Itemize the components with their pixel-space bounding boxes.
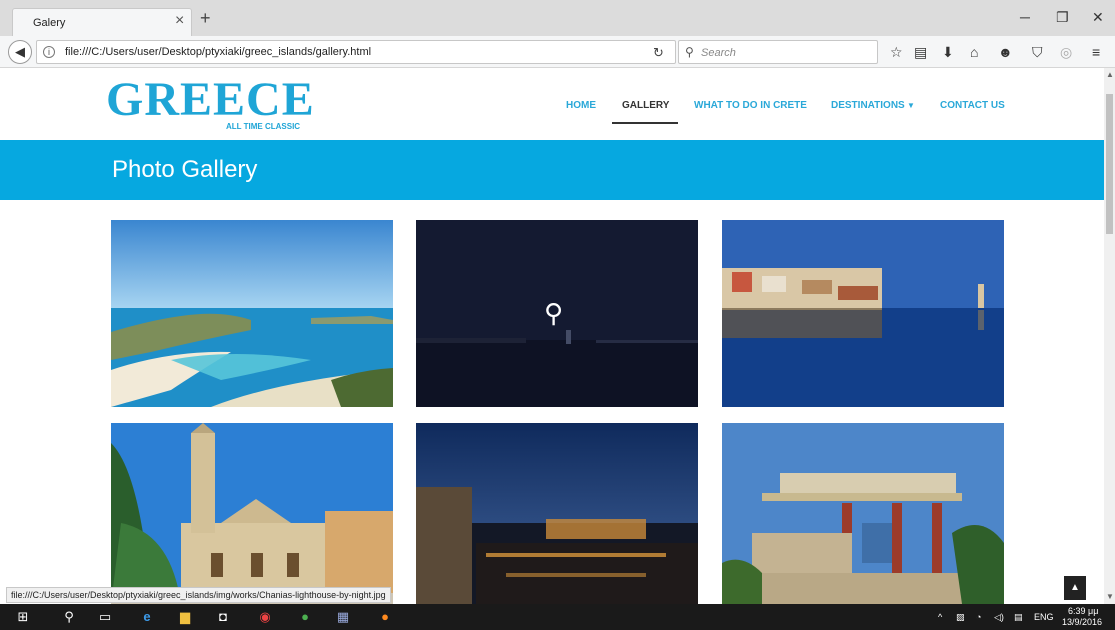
close-window-icon[interactable]: ✕ — [1092, 10, 1104, 24]
page-title: Photo Gallery — [112, 156, 258, 183]
gallery-image-balos-lagoon[interactable] — [111, 220, 393, 407]
edge-icon[interactable]: e — [138, 608, 156, 626]
menu-icon[interactable]: ≡ — [1092, 44, 1100, 60]
addon-icon[interactable]: ◎ — [1060, 44, 1072, 60]
link-status-bar: file:///C:/Users/user/Desktop/ptyxiaki/g… — [6, 587, 391, 603]
pocket-icon[interactable]: ⛉ — [1032, 44, 1043, 60]
active-nav-underline — [612, 122, 678, 124]
scroll-down-icon[interactable]: ▼ — [1106, 592, 1114, 601]
page-banner: Photo Gallery — [0, 140, 1104, 200]
volume-icon[interactable]: ◁) — [994, 612, 1004, 623]
back-to-top-button[interactable]: ▲ — [1064, 576, 1086, 600]
tab-title: Galery — [33, 17, 66, 29]
minimize-icon[interactable]: ─ — [1020, 10, 1030, 24]
clock-time[interactable]: 6:39 μμ — [1068, 606, 1098, 616]
gallery-image-chania-cathedral[interactable] — [111, 423, 393, 604]
search-input[interactable]: ⚲ Search — [678, 40, 878, 64]
browser-tab[interactable]: Galery × — [12, 8, 192, 36]
new-tab-button[interactable]: + — [200, 9, 211, 27]
scroll-thumb[interactable] — [1106, 94, 1113, 234]
language-indicator[interactable]: ENG — [1034, 612, 1054, 622]
back-arrow-icon[interactable]: ◀ — [8, 40, 32, 64]
chrome-icon[interactable]: ● — [296, 608, 314, 626]
search-placeholder: Search — [701, 47, 736, 59]
gallery-image-chania-lighthouse-night[interactable]: ⚲ — [416, 220, 698, 407]
store-icon[interactable]: ◘ — [214, 608, 232, 626]
download-icon[interactable]: ⬇ — [942, 44, 954, 60]
page-scrollbar[interactable]: ▲ ▼ — [1104, 68, 1115, 604]
tray-chevron-up-icon[interactable]: ^ — [938, 612, 942, 622]
chania-cathedral-photo — [111, 423, 393, 604]
logo-text: GREECE — [106, 73, 315, 126]
chat-icon[interactable]: ☻ — [998, 44, 1013, 60]
document-app-icon[interactable]: ▦ — [334, 608, 352, 626]
site-logo[interactable]: GREECE ALL TIME CLASSIC — [106, 73, 315, 132]
bookmark-star-icon[interactable]: ☆ — [890, 44, 903, 60]
reading-list-icon[interactable]: ▤ — [914, 44, 927, 60]
search-icon: ⚲ — [685, 45, 694, 59]
web-page: GREECE ALL TIME CLASSIC HOME GALLERY WHA… — [0, 68, 1104, 604]
notifications-icon[interactable]: ▤ — [1014, 612, 1023, 623]
zoom-search-icon[interactable]: ⚲ — [544, 300, 563, 326]
address-bar[interactable]: i file:///C:/Users/user/Desktop/ptyxiaki… — [36, 40, 676, 64]
close-tab-icon[interactable]: × — [175, 13, 184, 29]
nav-gallery[interactable]: GALLERY — [622, 100, 669, 111]
clock-date[interactable]: 13/9/2016 — [1062, 617, 1102, 627]
chevron-down-icon: ▼ — [904, 101, 915, 110]
network-icon[interactable]: ▨ — [956, 612, 965, 623]
url-text: file:///C:/Users/user/Desktop/ptyxiaki/g… — [65, 46, 372, 58]
gallery-image-chania-harbour[interactable] — [722, 220, 1004, 407]
restore-icon[interactable]: ❐ — [1056, 10, 1069, 24]
nav-contact[interactable]: CONTACT US — [940, 100, 1005, 111]
browser-toolbar: ◀ i file:///C:/Users/user/Desktop/ptyxia… — [0, 36, 1115, 68]
gallery-image-knossos[interactable] — [722, 423, 1004, 604]
nav-home[interactable]: HOME — [566, 100, 596, 111]
logo-tagline: ALL TIME CLASSIC — [226, 122, 301, 131]
knossos-palace-photo — [722, 423, 1004, 604]
nav-destinations[interactable]: DESTINATIONS ▼ — [831, 100, 915, 111]
gallery-image-heraklion-night[interactable] — [416, 423, 698, 604]
scroll-up-icon[interactable]: ▲ — [1106, 70, 1114, 79]
info-icon[interactable]: i — [43, 46, 55, 58]
browser-tab-bar: Galery × + ─ ❐ ✕ — [0, 0, 1115, 36]
task-view-icon[interactable]: ▭ — [96, 608, 114, 626]
nav-what-to-do[interactable]: WHAT TO DO IN CRETE — [694, 100, 807, 111]
app-icon[interactable]: ◉ — [256, 608, 274, 626]
nav-destinations-label: DESTINATIONS — [831, 100, 905, 111]
windows-taskbar: ⊞ ⚲ ▭ e ▆ ◘ ◉ ● ▦ ● ^ ▨ ◔ ◁) ▤ ENG 6:39 … — [0, 604, 1115, 630]
file-explorer-icon[interactable]: ▆ — [176, 608, 194, 626]
search-icon[interactable]: ⚲ — [60, 608, 78, 626]
balos-lagoon-photo — [111, 220, 393, 407]
windows-start-icon[interactable]: ⊞ — [14, 608, 32, 626]
chania-harbour-photo — [722, 220, 1004, 407]
home-icon[interactable]: ⌂ — [970, 44, 978, 60]
reload-icon[interactable]: ↻ — [653, 45, 664, 61]
wifi-icon[interactable]: ◔ — [976, 612, 981, 622]
firefox-icon[interactable]: ● — [376, 608, 394, 626]
heraklion-night-photo — [416, 423, 698, 604]
